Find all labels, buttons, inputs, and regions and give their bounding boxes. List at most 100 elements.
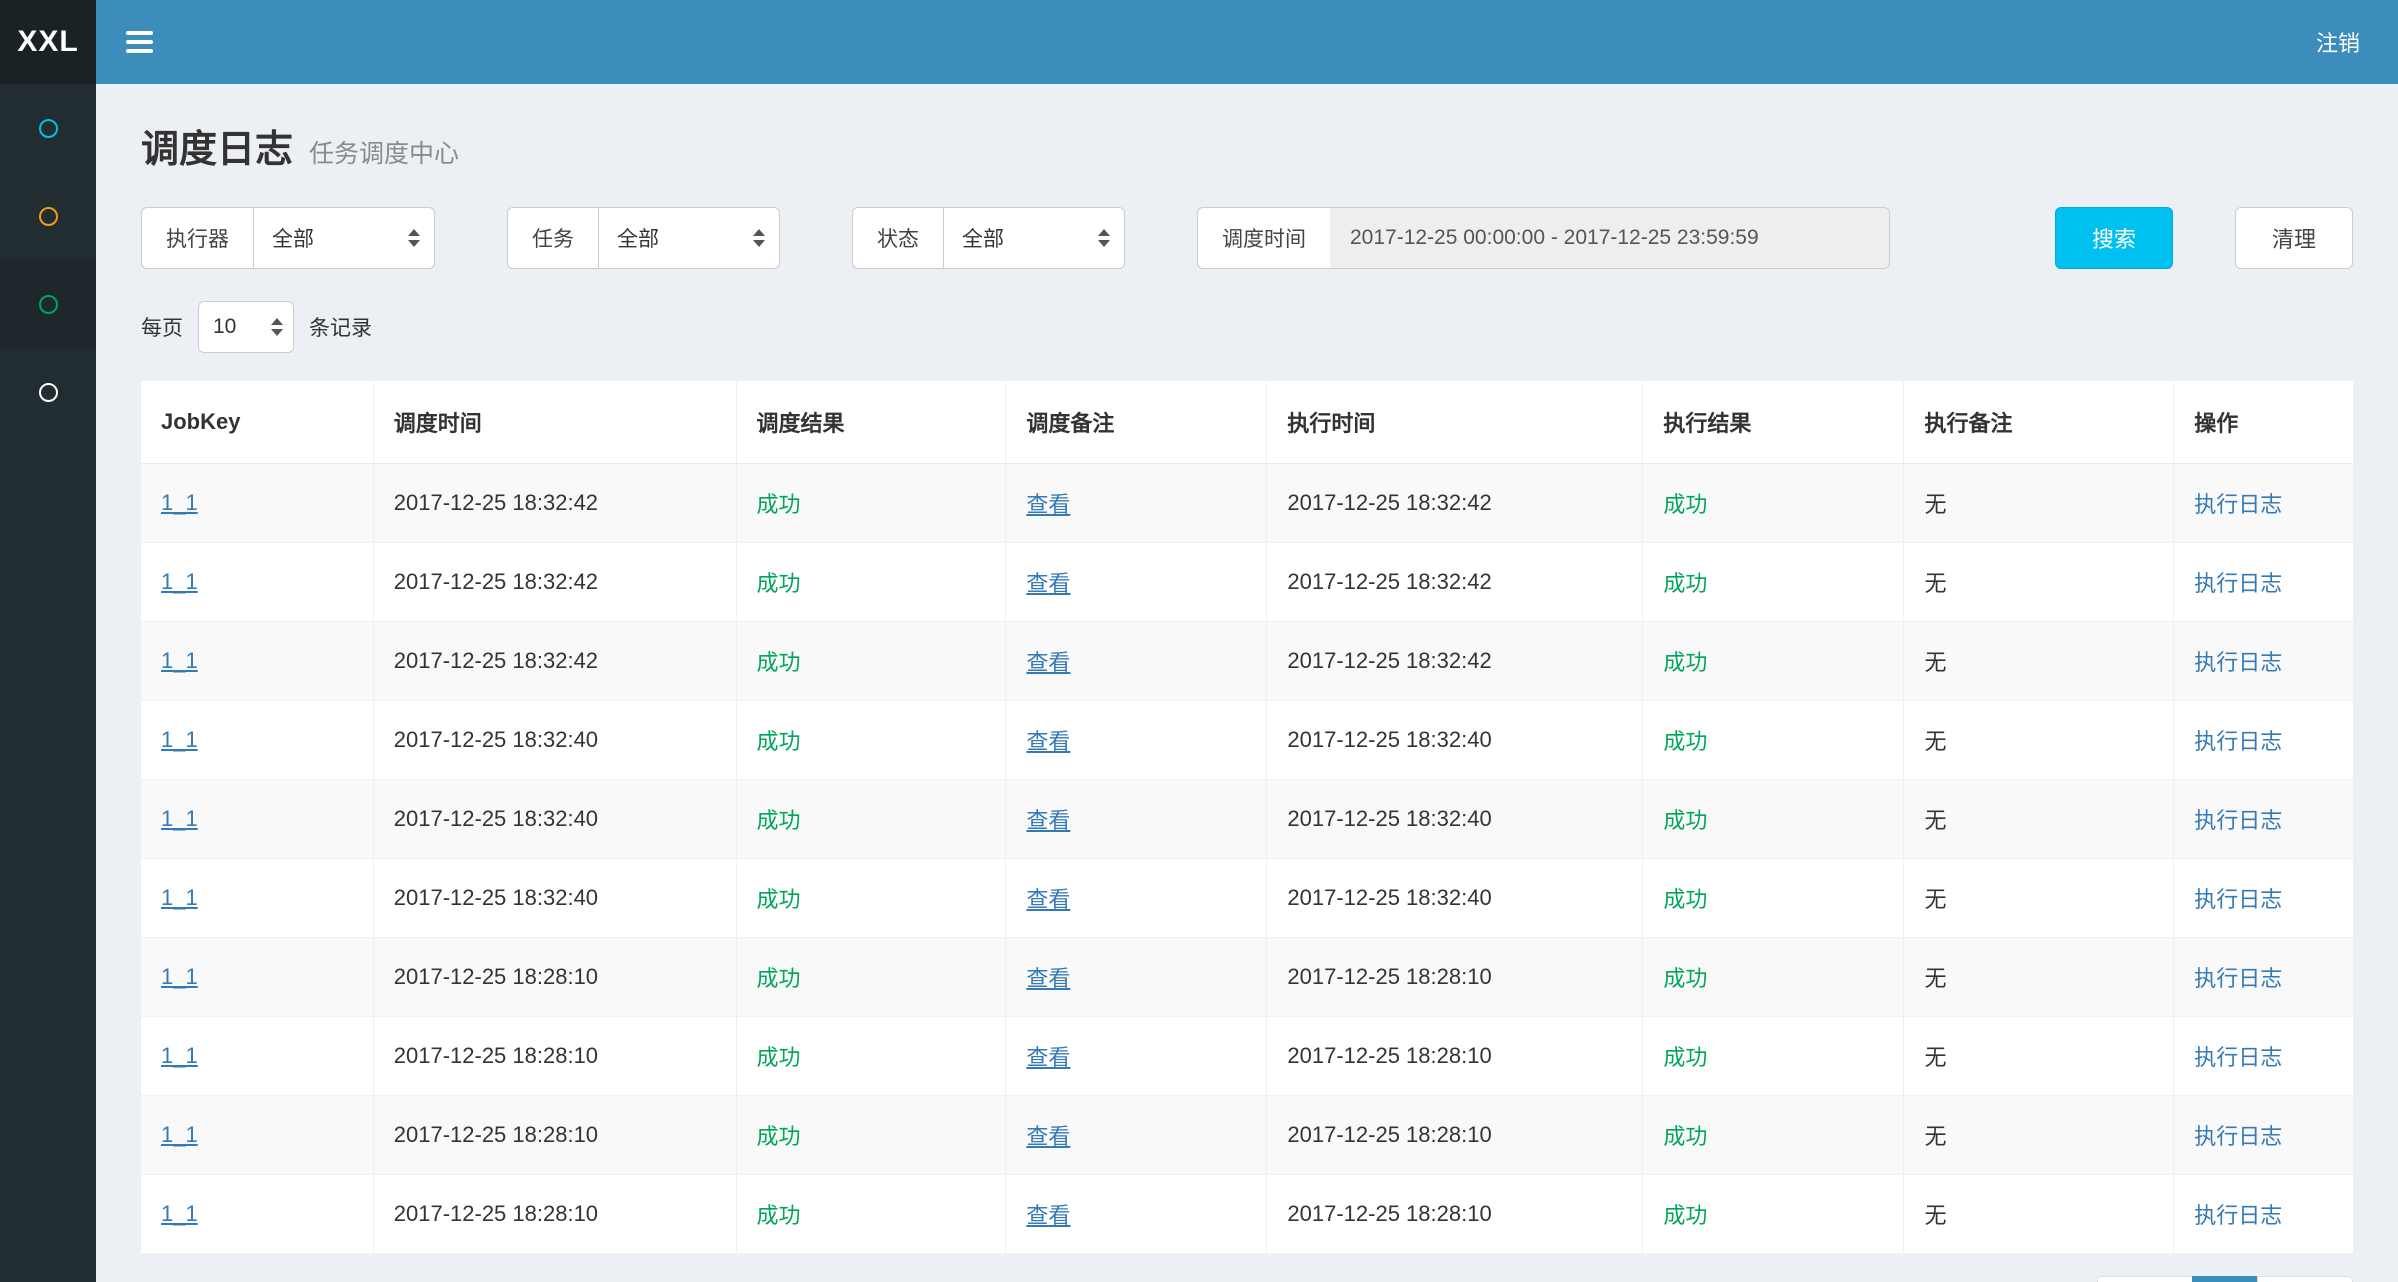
trigger-msg-link[interactable]: 查看: [1026, 729, 1070, 754]
select-caret-icon: [1098, 229, 1110, 247]
exec-log-link[interactable]: 执行日志: [2194, 1045, 2282, 1070]
app-logo[interactable]: XXL: [0, 0, 96, 84]
trigger-result-text: 成功: [757, 571, 801, 596]
jobkey-link[interactable]: 1_1: [161, 1201, 198, 1226]
handle-time-cell: 2017-12-25 18:32:40: [1267, 701, 1643, 780]
exec-log-link[interactable]: 执行日志: [2194, 1203, 2282, 1228]
page-title: 调度日志: [141, 118, 293, 173]
trigger-time-cell: 2017-12-25 18:32:42: [373, 464, 736, 543]
trigger-msg-link[interactable]: 查看: [1026, 492, 1070, 517]
page-size-value: 10: [213, 315, 236, 339]
trigger-msg-link[interactable]: 查看: [1026, 966, 1070, 991]
sidebar-item-job-log[interactable]: [0, 260, 96, 348]
handle-time-cell: 2017-12-25 18:32:40: [1267, 780, 1643, 859]
sidebar-item-executor-manage[interactable]: [0, 348, 96, 436]
jobkey-link[interactable]: 1_1: [161, 806, 198, 831]
table-row: 1_1 2017-12-25 18:32:42 成功 查看 2017-12-25…: [141, 543, 2353, 622]
table-row: 1_1 2017-12-25 18:28:10 成功 查看 2017-12-25…: [141, 1017, 2353, 1096]
page-subtitle: 任务调度中心: [309, 134, 459, 170]
trigger-time-label: 调度时间: [1197, 207, 1330, 269]
sidebar-item-dashboard[interactable]: [0, 84, 96, 172]
jobkey-link[interactable]: 1_1: [161, 490, 198, 515]
exec-log-link[interactable]: 执行日志: [2194, 492, 2282, 517]
col-handle-result[interactable]: 执行结果: [1643, 381, 1904, 464]
pagination: 上页 1 下页: [2097, 1276, 2353, 1282]
col-handle-time[interactable]: 执行时间: [1267, 381, 1643, 464]
page-size-label-after: 条记录: [309, 312, 372, 342]
dashboard-circle-icon: [39, 119, 58, 138]
main-content: 调度日志 任务调度中心 执行器 全部 任务 全部 状态 全部 调度时间: [96, 84, 2398, 1282]
select-caret-icon: [753, 229, 765, 247]
col-trigger-msg[interactable]: 调度备注: [1006, 381, 1267, 464]
status-select[interactable]: 全部: [943, 207, 1125, 269]
trigger-msg-link[interactable]: 查看: [1026, 1203, 1070, 1228]
search-button[interactable]: 搜索: [2055, 207, 2173, 269]
handle-time-cell: 2017-12-25 18:32:42: [1267, 543, 1643, 622]
handle-msg-cell: 无: [1904, 1175, 2174, 1254]
trigger-time-cell: 2017-12-25 18:32:40: [373, 859, 736, 938]
jobkey-link[interactable]: 1_1: [161, 964, 198, 989]
exec-log-link[interactable]: 执行日志: [2194, 966, 2282, 991]
page-1-button[interactable]: 1: [2192, 1276, 2258, 1282]
table-row: 1_1 2017-12-25 18:32:40 成功 查看 2017-12-25…: [141, 859, 2353, 938]
trigger-time-cell: 2017-12-25 18:28:10: [373, 1017, 736, 1096]
job-select[interactable]: 全部: [598, 207, 780, 269]
col-trigger-time[interactable]: 调度时间: [373, 381, 736, 464]
trigger-msg-link[interactable]: 查看: [1026, 650, 1070, 675]
job-label: 任务: [507, 207, 598, 269]
select-caret-icon: [408, 229, 420, 247]
handle-msg-cell: 无: [1904, 938, 2174, 1017]
exec-log-link[interactable]: 执行日志: [2194, 729, 2282, 754]
trigger-time-cell: 2017-12-25 18:28:10: [373, 1096, 736, 1175]
sidebar-menu: [0, 84, 96, 1282]
executor-select[interactable]: 全部: [253, 207, 435, 269]
table-row: 1_1 2017-12-25 18:32:42 成功 查看 2017-12-25…: [141, 622, 2353, 701]
handle-result-text: 成功: [1663, 966, 1707, 991]
content-header: 调度日志 任务调度中心: [141, 118, 2353, 173]
trigger-time-range-input[interactable]: [1330, 207, 1890, 269]
jobkey-link[interactable]: 1_1: [161, 727, 198, 752]
page-size-label-before: 每页: [141, 312, 183, 342]
handle-result-text: 成功: [1663, 887, 1707, 912]
handle-time-cell: 2017-12-25 18:28:10: [1267, 1175, 1643, 1254]
handle-time-cell: 2017-12-25 18:28:10: [1267, 1096, 1643, 1175]
table-row: 1_1 2017-12-25 18:32:40 成功 查看 2017-12-25…: [141, 701, 2353, 780]
handle-time-cell: 2017-12-25 18:28:10: [1267, 938, 1643, 1017]
col-trigger-result[interactable]: 调度结果: [736, 381, 1006, 464]
trigger-msg-link[interactable]: 查看: [1026, 1124, 1070, 1149]
col-action[interactable]: 操作: [2174, 381, 2353, 464]
exec-log-link[interactable]: 执行日志: [2194, 808, 2282, 833]
table-row: 1_1 2017-12-25 18:28:10 成功 查看 2017-12-25…: [141, 938, 2353, 1017]
trigger-time-cell: 2017-12-25 18:32:40: [373, 701, 736, 780]
clear-button[interactable]: 清理: [2235, 207, 2353, 269]
table-row: 1_1 2017-12-25 18:28:10 成功 查看 2017-12-25…: [141, 1175, 2353, 1254]
jobkey-link[interactable]: 1_1: [161, 648, 198, 673]
exec-log-link[interactable]: 执行日志: [2194, 1124, 2282, 1149]
handle-msg-cell: 无: [1904, 1017, 2174, 1096]
exec-log-link[interactable]: 执行日志: [2194, 571, 2282, 596]
trigger-msg-link[interactable]: 查看: [1026, 808, 1070, 833]
exec-log-link[interactable]: 执行日志: [2194, 650, 2282, 675]
trigger-msg-link[interactable]: 查看: [1026, 1045, 1070, 1070]
trigger-result-text: 成功: [757, 492, 801, 517]
col-jobkey[interactable]: JobKey: [141, 381, 373, 464]
page-size-select[interactable]: 10: [198, 301, 294, 353]
handle-msg-cell: 无: [1904, 1096, 2174, 1175]
trigger-msg-link[interactable]: 查看: [1026, 887, 1070, 912]
jobkey-link[interactable]: 1_1: [161, 885, 198, 910]
jobkey-link[interactable]: 1_1: [161, 1122, 198, 1147]
exec-log-link[interactable]: 执行日志: [2194, 887, 2282, 912]
trigger-msg-link[interactable]: 查看: [1026, 571, 1070, 596]
sidebar-item-job-manage[interactable]: [0, 172, 96, 260]
col-handle-msg[interactable]: 执行备注: [1904, 381, 2174, 464]
jobkey-link[interactable]: 1_1: [161, 569, 198, 594]
jobkey-link[interactable]: 1_1: [161, 1043, 198, 1068]
logout-link[interactable]: 注销: [2278, 0, 2398, 84]
next-page-button[interactable]: 下页: [2257, 1276, 2353, 1282]
handle-time-cell: 2017-12-25 18:32:42: [1267, 622, 1643, 701]
executor-selected-value: 全部: [272, 223, 314, 253]
sidebar-toggle-icon[interactable]: [96, 0, 182, 84]
handle-time-cell: 2017-12-25 18:28:10: [1267, 1017, 1643, 1096]
prev-page-button[interactable]: 上页: [2097, 1276, 2193, 1282]
log-table: JobKey 调度时间 调度结果 调度备注 执行时间 执行结果 执行备注 操作 …: [141, 381, 2353, 1254]
